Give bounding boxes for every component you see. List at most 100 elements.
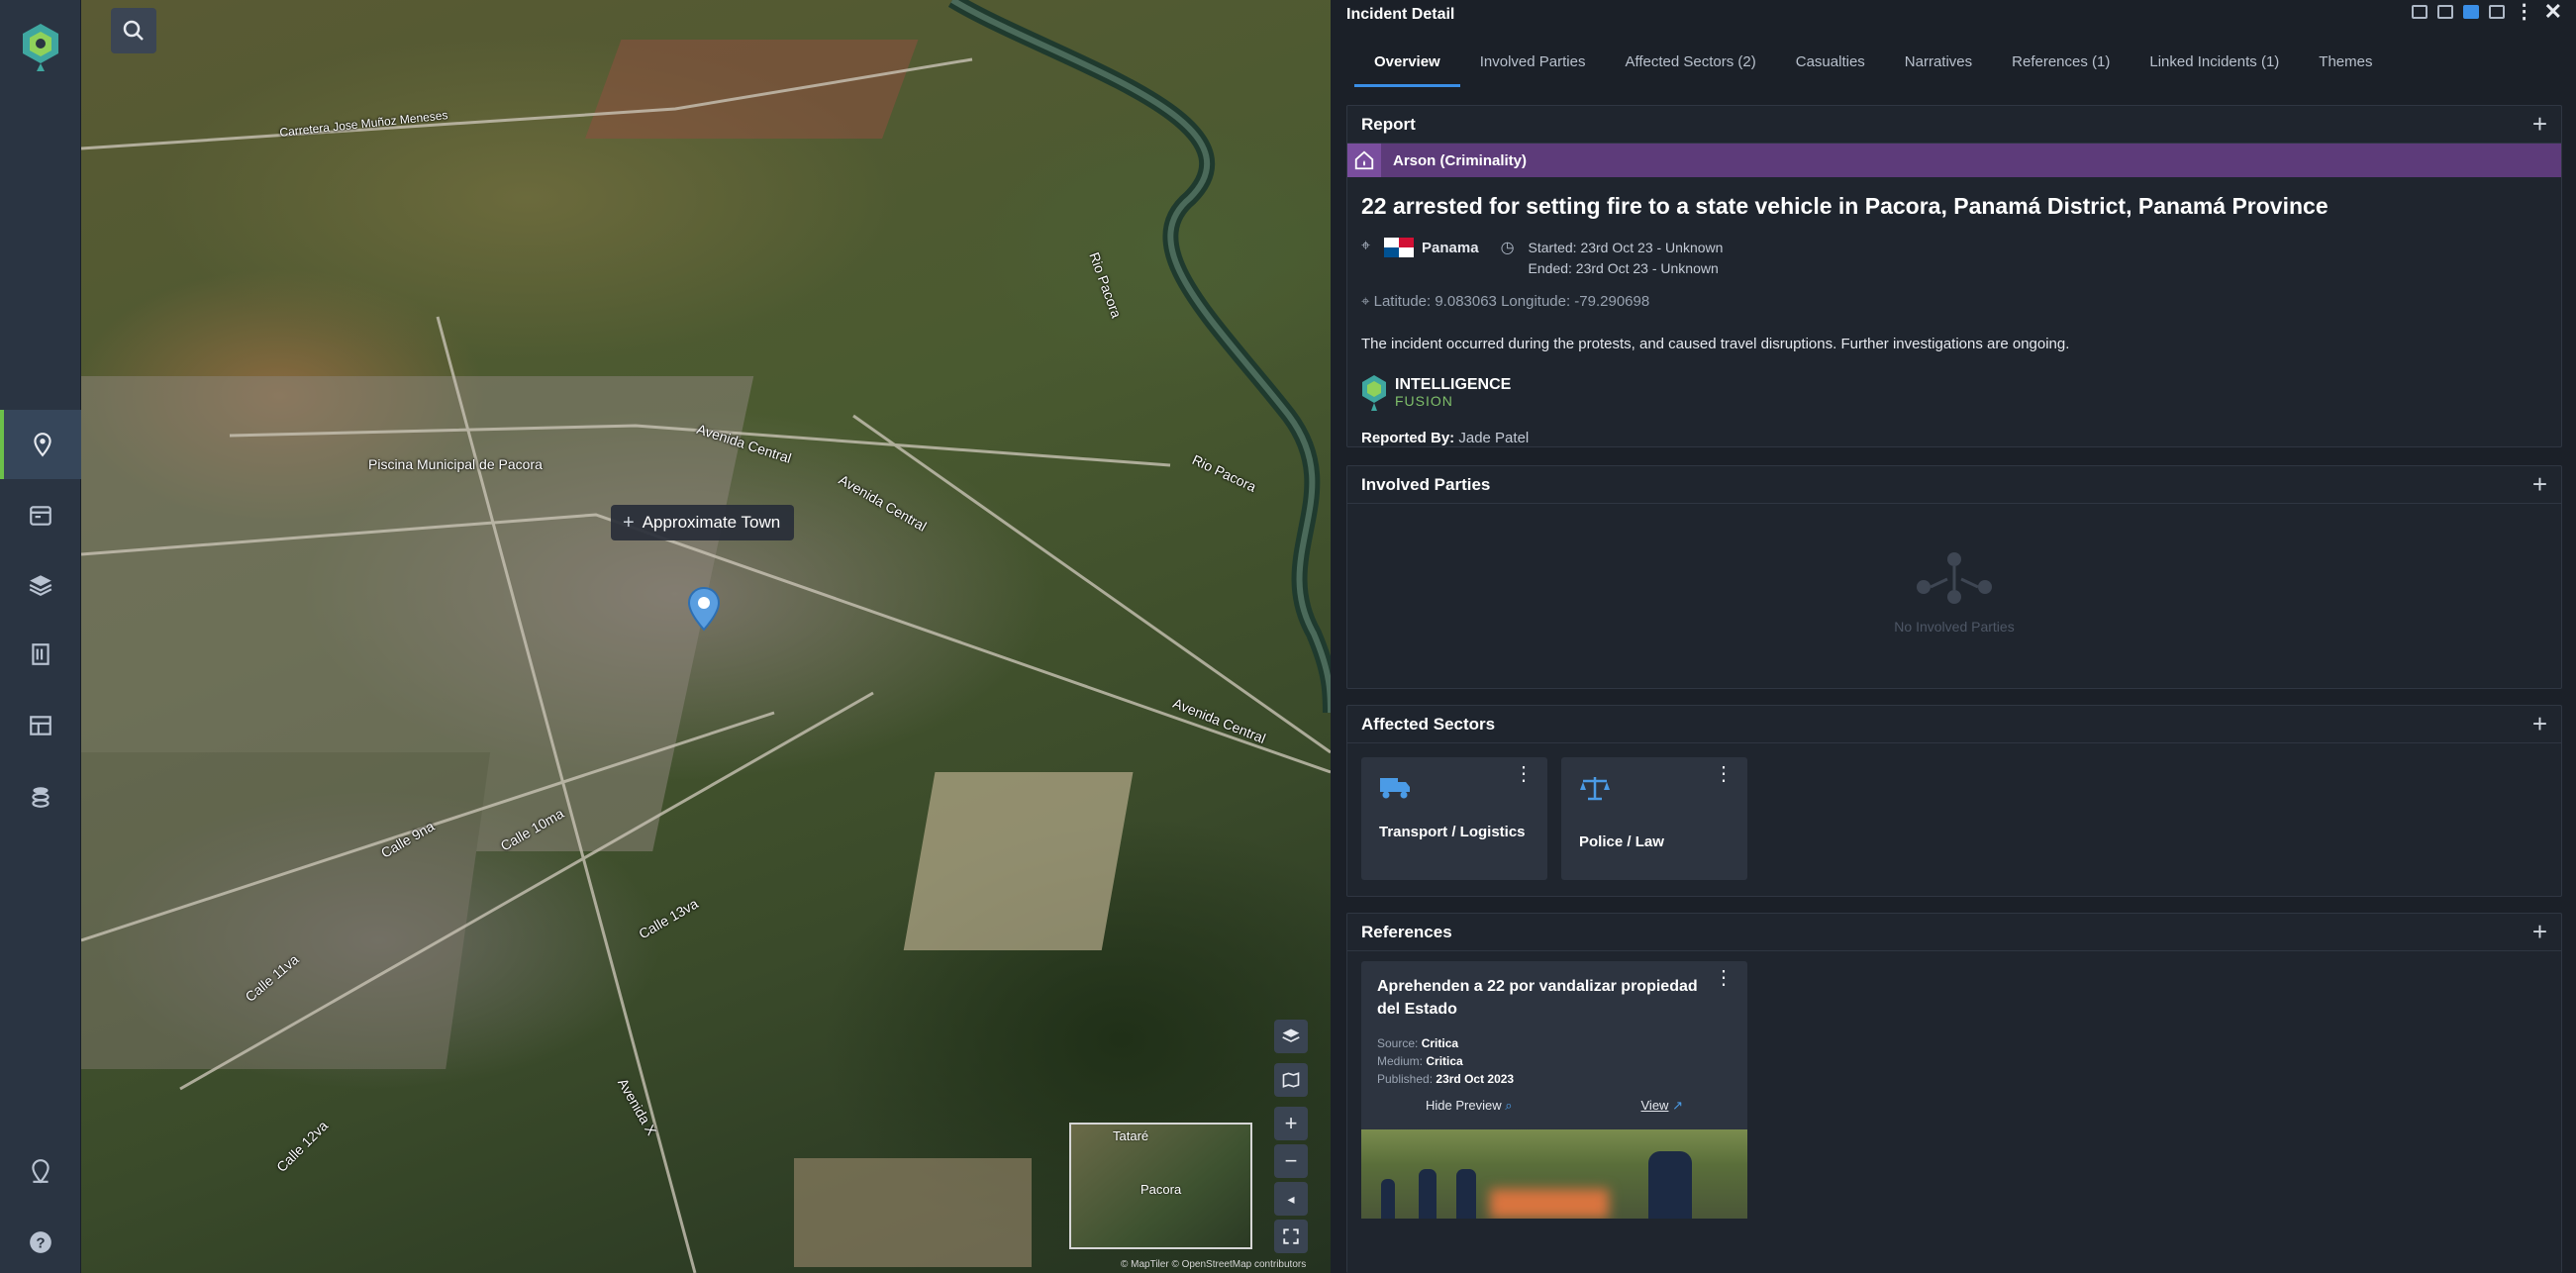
dashboard-icon: [30, 506, 51, 526]
map-layers-button[interactable]: [1274, 1020, 1308, 1053]
panama-flag-icon: [1384, 238, 1415, 257]
table-nav-button[interactable]: [0, 691, 81, 760]
sector-card-transport[interactable]: ⋮ Transport / Logistics: [1361, 757, 1547, 880]
fullscreen-icon: [1283, 1228, 1299, 1244]
map-view[interactable]: Piscina Municipal de Pacora Avenida Cent…: [81, 0, 1331, 1273]
tab-involved-parties[interactable]: Involved Parties: [1460, 44, 1606, 87]
location-pin-icon: ⌖: [1361, 238, 1371, 254]
reported-by: Reported By: Jade Patel: [1347, 430, 2561, 446]
sector-card-menu-icon[interactable]: ⋮: [1714, 764, 1734, 784]
minimap-label-tatare: Tataré: [1113, 1128, 1149, 1143]
plus-icon: +: [623, 511, 635, 534]
map-search-button[interactable]: [111, 8, 156, 53]
coordinates-text: Latitude: 9.083063 Longitude: -79.290698: [1373, 293, 1650, 310]
brand-line-1: INTELLIGENCE: [1395, 376, 1512, 393]
source-label: Source:: [1377, 1036, 1419, 1050]
layout-full-icon[interactable]: [2488, 5, 2505, 19]
involved-parties-empty: No Involved Parties: [1347, 504, 2561, 680]
more-menu-icon[interactable]: ⋮: [2515, 2, 2534, 22]
compass-button[interactable]: ◂: [1274, 1182, 1308, 1216]
tooltip-label: Approximate Town: [642, 513, 781, 532]
report-header: Report +: [1347, 106, 2561, 144]
involved-parties-heading: Involved Parties: [1361, 474, 1491, 494]
external-link-icon: ↗: [1672, 1098, 1683, 1113]
source-brand: INTELLIGENCE FUSION: [1347, 374, 2561, 412]
basemap-toggle-button[interactable]: [1274, 1063, 1308, 1097]
expand-report-button[interactable]: +: [2532, 109, 2547, 140]
overview-minimap[interactable]: Tataré Pacora: [1069, 1123, 1252, 1249]
sector-label: Transport / Logistics: [1379, 824, 1526, 840]
involved-parties-section: Involved Parties + No Involved Parties: [1346, 465, 2562, 689]
report-section: Report + Arson (Criminality) 22 arrested…: [1346, 105, 2562, 447]
tab-casualties[interactable]: Casualties: [1776, 44, 1885, 87]
map-icon: [1282, 1072, 1300, 1088]
category-bar: Arson (Criminality): [1347, 144, 2561, 177]
layers-icon: [29, 575, 52, 596]
map-pin-nav-button[interactable]: [0, 410, 81, 479]
help-icon: ?: [30, 1231, 51, 1253]
tab-references[interactable]: References (1): [1992, 44, 2130, 87]
hide-preview-link[interactable]: Hide Preview ⌕: [1426, 1098, 1513, 1114]
view-label: View: [1640, 1098, 1669, 1113]
location-pin-icon: ⌖: [1361, 293, 1370, 310]
reference-preview-image: [1361, 1129, 1747, 1219]
report-heading: Report: [1361, 114, 1416, 134]
sector-card-police[interactable]: ⋮ Police / Law: [1561, 757, 1747, 880]
map-label-piscina: Piscina Municipal de Pacora: [368, 456, 543, 472]
medium-value: Critica: [1426, 1054, 1463, 1068]
layout-right-icon[interactable]: [2462, 5, 2479, 19]
building-icon: [32, 643, 50, 665]
category-label: Arson (Criminality): [1393, 151, 1528, 169]
table-icon: [30, 716, 51, 735]
references-header: References +: [1347, 914, 2561, 951]
dashboard-nav-button[interactable]: [0, 481, 81, 550]
incident-description: The incident occurred during the protest…: [1361, 336, 2070, 352]
svg-text:?: ?: [36, 1234, 45, 1251]
started-date: Started: 23rd Oct 23 - Unknown: [1528, 240, 1724, 255]
reported-by-label: Reported By:: [1361, 430, 1455, 446]
app-logo-icon[interactable]: [19, 22, 62, 73]
map-attribution[interactable]: © MapTiler © OpenStreetMap contributors: [1121, 1259, 1306, 1270]
panel-window-controls: ⋮ ✕: [2411, 1, 2562, 23]
add-involved-party-button[interactable]: +: [2532, 469, 2547, 500]
layout-split-icon[interactable]: [2436, 5, 2453, 19]
add-sector-button[interactable]: +: [2532, 709, 2547, 739]
zoom-out-button[interactable]: −: [1274, 1144, 1308, 1178]
reference-card[interactable]: Aprehenden a 22 por vandalizar propiedad…: [1361, 961, 1747, 1219]
incident-marker-icon[interactable]: [687, 586, 721, 632]
add-reference-button[interactable]: +: [2532, 917, 2547, 947]
incident-detail-panel: Incident Detail ⋮ ✕ Overview Involved Pa…: [1331, 0, 2576, 1273]
coordinates: ⌖ Latitude: 9.083063 Longitude: -79.2906…: [1347, 293, 2561, 310]
tab-affected-sectors[interactable]: Affected Sectors (2): [1605, 44, 1775, 87]
affected-sectors-header: Affected Sectors +: [1347, 706, 2561, 743]
zoom-in-button[interactable]: +: [1274, 1107, 1308, 1140]
location-nav-button[interactable]: [0, 1136, 81, 1206]
reports-nav-button[interactable]: [0, 620, 81, 689]
layers-nav-button[interactable]: [0, 550, 81, 620]
panel-title: Incident Detail: [1331, 0, 2576, 30]
fullscreen-button[interactable]: [1274, 1220, 1308, 1253]
incident-dates: Started: 23rd Oct 23 - Unknown Ended: 23…: [1529, 238, 1724, 279]
reference-links: Hide Preview ⌕ View ↗: [1361, 1098, 1747, 1114]
stack-nav-button[interactable]: [0, 762, 81, 832]
clock-icon: ◷: [1500, 240, 1515, 256]
tab-narratives[interactable]: Narratives: [1885, 44, 1992, 87]
help-nav-button[interactable]: ?: [0, 1208, 81, 1273]
involved-parties-header: Involved Parties +: [1347, 466, 2561, 504]
tab-linked-incidents[interactable]: Linked Incidents (1): [2130, 44, 2299, 87]
minimap-label-pacora: Pacora: [1140, 1182, 1182, 1197]
close-icon[interactable]: ✕: [2544, 1, 2562, 23]
empty-message: No Involved Parties: [1894, 619, 2015, 635]
reference-menu-icon[interactable]: ⋮: [1714, 968, 1734, 988]
tab-overview[interactable]: Overview: [1354, 44, 1460, 87]
network-people-icon: [1917, 552, 1992, 604]
layout-left-icon[interactable]: [2411, 5, 2427, 19]
country: Panama: [1384, 238, 1479, 257]
affected-sectors-section: Affected Sectors + ⋮ Transport / Logisti…: [1346, 705, 2562, 897]
incident-tabs: Overview Involved Parties Affected Secto…: [1331, 44, 2576, 87]
tab-themes[interactable]: Themes: [2299, 44, 2392, 87]
published-label: Published:: [1377, 1072, 1434, 1086]
sector-card-menu-icon[interactable]: ⋮: [1514, 764, 1534, 784]
reported-by-name: Jade Patel: [1458, 430, 1530, 446]
view-link[interactable]: View ↗: [1641, 1098, 1683, 1114]
